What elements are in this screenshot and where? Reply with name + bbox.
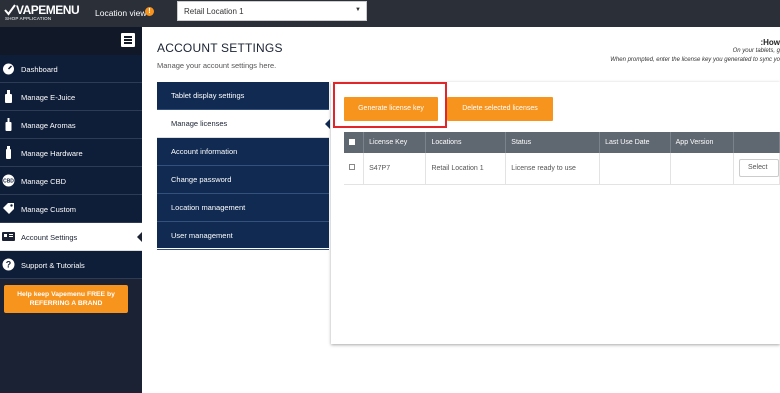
settings-item-location-management[interactable]: Location management — [157, 194, 329, 222]
sidebar-item-account-settings[interactable]: Account Settings — [0, 223, 142, 251]
logo-tagline: SHOP APPLICATION — [5, 16, 52, 21]
sidebar-item-label: Manage E-Juice — [21, 93, 76, 102]
location-cell: Retail Location 1 — [425, 153, 507, 185]
sidebar-header — [0, 27, 142, 55]
svg-text:CBD: CBD — [3, 179, 14, 185]
tag-icon — [3, 203, 14, 214]
svg-text:?: ? — [6, 260, 12, 270]
settings-menu: Tablet display settings Manage licenses … — [157, 82, 329, 250]
active-indicator-icon — [137, 232, 142, 242]
sidebar-item-cbd[interactable]: CBD Manage CBD — [0, 167, 142, 195]
settings-item-change-password[interactable]: Change password — [157, 166, 329, 194]
sidebar-item-label: Dashboard — [21, 65, 58, 74]
delete-selected-licenses-button[interactable]: Delete selected licenses — [447, 97, 553, 121]
settings-item-label: Manage licenses — [171, 119, 228, 128]
howto-title: :How — [760, 38, 780, 47]
info-badge-icon[interactable]: ! — [145, 7, 154, 16]
row-checkbox[interactable] — [349, 164, 355, 171]
table-header-row: License Key Locations Status Last Use Da… — [344, 132, 780, 153]
licenses-table: License Key Locations Status Last Use Da… — [344, 132, 780, 185]
sidebar-item-label: Manage CBD — [21, 177, 67, 186]
vapemenu-logo[interactable]: VAPEMENU SHOP APPLICATION — [4, 3, 80, 23]
question-icon: ? — [2, 258, 15, 271]
page-title: ACCOUNT SETTINGS — [157, 41, 283, 55]
refer-line-1: Help keep Vapemenu FREE by — [17, 291, 115, 298]
column-header-app-version[interactable]: App Version — [670, 132, 734, 153]
sidebar-item-label: Account Settings — [21, 233, 78, 242]
app-version-cell — [670, 153, 734, 185]
sidebar-item-dashboard[interactable]: Dashboard — [0, 55, 142, 83]
status-cell: License ready to use — [505, 153, 601, 185]
settings-item-account-information[interactable]: Account information — [157, 138, 329, 166]
refer-line-2: REFERRING A BRAND — [29, 300, 103, 307]
sidebar-item-support[interactable]: ? Support & Tutorials — [0, 251, 142, 279]
action-cell: Select — [733, 153, 780, 185]
sidebar-item-label: Manage Custom — [21, 205, 77, 214]
sidebar-item-label: Support & Tutorials — [21, 261, 85, 270]
sidebar-item-hardware[interactable]: Manage Hardware — [0, 139, 142, 167]
settings-item-tablet-display[interactable]: Tablet display settings — [157, 82, 329, 110]
vape-device-icon — [6, 146, 11, 159]
cbd-icon: CBD — [2, 174, 15, 187]
license-key-cell: S47P7 — [363, 153, 427, 185]
settings-item-label: Account information — [171, 147, 238, 156]
settings-item-user-management[interactable]: User management — [157, 222, 329, 250]
logo-name: VAPEMENU — [16, 3, 80, 17]
sidebar-item-label: Manage Hardware — [21, 149, 83, 158]
howto-instruction-2: When prompted, enter the license key you… — [610, 57, 780, 63]
refer-a-brand-button[interactable]: Help keep Vapemenu FREE by REFERRING A B… — [4, 285, 128, 313]
row-checkbox-cell — [344, 153, 365, 185]
id-card-icon — [2, 232, 15, 241]
location-select[interactable]: Retail Location 1 ▼ — [177, 1, 367, 21]
select-all-checkbox[interactable] — [349, 138, 355, 145]
settings-item-label: Location management — [171, 203, 246, 212]
dashboard-icon — [3, 63, 14, 75]
aroma-bottle-icon — [5, 118, 12, 131]
checkmark-logo-icon — [4, 4, 16, 16]
settings-item-label: User management — [171, 231, 233, 240]
top-bar: VAPEMENU SHOP APPLICATION Location view … — [0, 0, 780, 27]
sidebar-item-custom[interactable]: Manage Custom — [0, 195, 142, 223]
settings-item-label: Change password — [171, 175, 232, 184]
highlight-annotation — [333, 82, 447, 128]
hamburger-menu-icon[interactable] — [121, 33, 135, 47]
table-row: S47P7 Retail Location 1 License ready to… — [344, 153, 780, 185]
ejuice-bottle-icon — [5, 90, 12, 103]
column-header-actions — [733, 132, 780, 153]
select-license-button[interactable]: Select — [738, 159, 779, 178]
settings-item-label: Tablet display settings — [171, 91, 245, 100]
settings-item-manage-licenses[interactable]: Manage licenses — [157, 110, 329, 138]
chevron-down-icon: ▼ — [355, 7, 361, 13]
sidebar-item-aromas[interactable]: Manage Aromas — [0, 111, 142, 139]
column-header-last-use-date[interactable]: Last Use Date — [599, 132, 671, 153]
sidebar-item-e-juice[interactable]: Manage E-Juice — [0, 83, 142, 111]
menu-active-indicator-icon — [325, 119, 330, 129]
column-header-license-key[interactable]: License Key — [363, 132, 427, 153]
column-header-locations[interactable]: Locations — [425, 132, 507, 153]
select-all-header — [344, 132, 365, 153]
last-use-date-cell — [599, 153, 671, 185]
column-header-status[interactable]: Status — [505, 132, 601, 153]
page-subtitle: Manage your account settings here. — [157, 61, 277, 70]
location-select-value: Retail Location 1 — [184, 7, 244, 16]
sidebar-item-label: Manage Aromas — [21, 121, 76, 130]
sidebar: Dashboard Manage E-Juice Manage Aromas M… — [0, 27, 142, 393]
howto-instruction-1: On your tablets, g — [732, 48, 780, 54]
location-view-label: Location view — [95, 8, 147, 18]
